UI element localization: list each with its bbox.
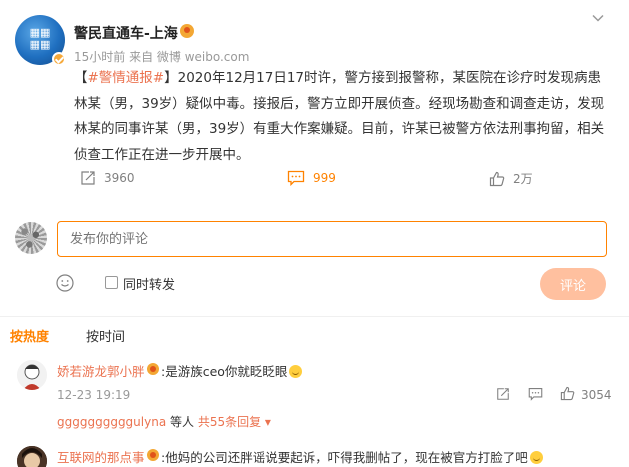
comment-input[interactable] (57, 221, 607, 257)
vip-badge-icon (147, 363, 159, 375)
reply-mid-text: 等人 (166, 415, 198, 429)
verified-icon (52, 52, 66, 66)
comment-icon[interactable] (528, 387, 543, 401)
comment-like-count: 3054 (581, 388, 612, 402)
comment-button[interactable]: 999 (287, 170, 336, 186)
thumbs-up-icon[interactable] (560, 386, 575, 401)
chevron-down-icon[interactable] (592, 12, 604, 24)
avatar-illustration-icon (17, 446, 47, 467)
repost-icon (81, 171, 95, 185)
bracket-open: 【 (74, 70, 88, 86)
comment-text-content: :是游族ceo你就眨眨眼 (161, 364, 288, 379)
repost-icon[interactable] (496, 387, 510, 401)
comment-username[interactable]: 互联网的那点事 (57, 447, 145, 466)
comment-icon (287, 170, 305, 186)
comment-text: :是游族ceo你就眨眨眼 (161, 361, 303, 380)
view-replies-link[interactable]: 共55条回复 ▾ (198, 415, 271, 429)
repost-checkbox[interactable] (105, 276, 118, 289)
like-count: 2万 (513, 172, 533, 186)
current-user-avatar[interactable] (15, 222, 47, 254)
like-button[interactable]: 2万 (489, 170, 533, 187)
vip-badge-icon (180, 24, 194, 38)
repost-button[interactable]: 3960 (80, 170, 135, 186)
comment-username[interactable]: 娇若游龙郭小胖 (57, 361, 145, 380)
comment-time: 12-23 19:19 (57, 388, 131, 402)
avatar-illustration-icon (17, 360, 47, 390)
repost-checkbox-label[interactable]: 同时转发 (123, 274, 175, 293)
post-content: 【#警情通报#】2020年12月17日17时许，警方接到报警称，某医院在诊疗时发… (74, 66, 610, 168)
post-actions: 3960 999 2万 (0, 170, 629, 192)
laugh-emoji-icon (529, 451, 543, 464)
thumbs-up-icon (489, 171, 505, 186)
comment-text: :他妈的公司还胖谣说要起诉，吓得我删帖了，现在被官方打脸了吧 (161, 447, 543, 466)
reply-summary: ggggggggggulyna 等人 共55条回复 ▾ (57, 413, 271, 430)
submit-comment-button[interactable]: 评论 (540, 268, 606, 300)
emoji-icon[interactable] (56, 274, 74, 292)
divider (0, 316, 629, 317)
vip-badge-icon (147, 449, 159, 461)
hashtag-link[interactable]: #警情通报# (88, 70, 165, 86)
comment-text-content: :他妈的公司还胖谣说要起诉，吓得我删帖了，现在被官方打脸了吧 (161, 450, 528, 465)
commenter-avatar[interactable] (17, 446, 47, 467)
avatar-logo-icon: ▦▦ ▦▦ (29, 26, 51, 51)
smile-emoji-icon (289, 365, 303, 378)
commenter-avatar[interactable] (17, 360, 47, 390)
post-meta: 15小时前 来自 微博 weibo.com (74, 50, 250, 64)
author-name[interactable]: 警民直通车-上海 (74, 23, 178, 43)
repost-count: 3960 (104, 171, 135, 185)
tab-sort-time[interactable]: 按时间 (86, 326, 125, 345)
tab-sort-hot[interactable]: 按热度 (10, 326, 49, 345)
comment-count: 999 (313, 171, 336, 185)
reply-username[interactable]: ggggggggggulyna (57, 415, 166, 429)
